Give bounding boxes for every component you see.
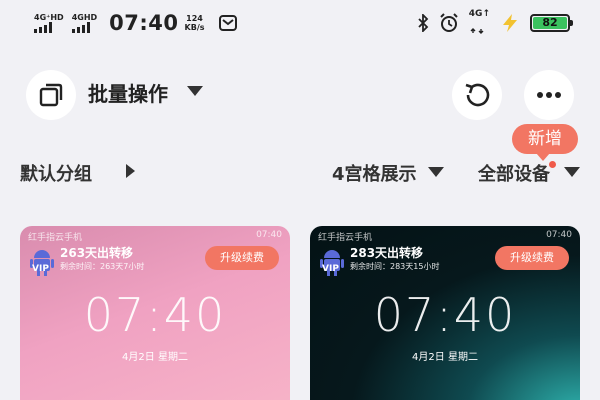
- batch-dropdown-caret-icon[interactable]: [187, 86, 203, 96]
- new-indicator-dot: [549, 161, 556, 168]
- multi-window-icon: [39, 83, 63, 107]
- battery-indicator: 82: [530, 14, 573, 32]
- group-filter[interactable]: 默认分组: [20, 160, 92, 186]
- toolbar: 批量操作: [0, 66, 600, 122]
- status-time: 07:40: [109, 11, 179, 35]
- days-label: 283天出转移: [350, 246, 424, 260]
- alarm-icon: [440, 13, 458, 32]
- days-label: 263天出转移: [60, 246, 134, 260]
- charging-bolt-icon: [503, 14, 517, 32]
- more-options-button[interactable]: [524, 70, 574, 120]
- signal-2-label: 4GHD: [71, 13, 98, 22]
- signal-bars-icon: [34, 22, 52, 33]
- net-indicator: 4G↑: [469, 9, 490, 38]
- card-date: 4月2日 星期二: [412, 352, 478, 363]
- card-title: 红手指云手机: [28, 233, 83, 243]
- signal-indicator-1: 4G⁺HD: [34, 13, 64, 33]
- card-clock: 07:40: [83, 288, 227, 342]
- network-speed: 124 KB/s: [185, 14, 205, 32]
- cloud-phone-card-1[interactable]: 红手指云手机 07:40 VIP 263天出转移 剩余时间：263天7小时 升级…: [20, 226, 290, 400]
- bluetooth-icon: [418, 14, 429, 32]
- remaining-time: 剩余时间：263天7小时: [60, 262, 145, 271]
- status-bar: 4G⁺HD 4GHD 07:40 124 KB/s 4G↑ 82: [0, 0, 600, 46]
- signal-1-label: 4G⁺HD: [34, 13, 64, 22]
- device-dropdown-caret-icon[interactable]: [564, 167, 580, 177]
- new-badge: 新增: [512, 124, 578, 161]
- grid-layout-filter[interactable]: 4宫格展示: [332, 160, 417, 186]
- remaining-time: 剩余时间：283天15小时: [350, 262, 440, 271]
- status-right: 4G↑ 82: [417, 9, 573, 38]
- upgrade-renew-button[interactable]: 升级续费: [495, 246, 569, 270]
- signal-indicator-2: 4GHD: [71, 13, 98, 33]
- grid-dropdown-caret-icon[interactable]: [428, 167, 444, 177]
- speed-value: 124: [186, 14, 203, 23]
- card-statusbar: 红手指云手机 07:40: [28, 230, 282, 244]
- batch-operation-label[interactable]: 批量操作: [88, 78, 168, 107]
- card-clock: 07:40: [373, 288, 517, 342]
- multi-window-button[interactable]: [26, 70, 76, 120]
- group-expand-caret-icon[interactable]: [126, 164, 135, 178]
- cloud-phone-card-2[interactable]: 红手指云手机 07:40 VIP 283天出转移 剩余时间：283天15小时 升…: [310, 226, 580, 400]
- filter-row: 默认分组 4宫格展示 全部设备: [0, 150, 600, 190]
- data-arrows-icon: [470, 27, 484, 34]
- signal-bars-icon: [71, 22, 90, 33]
- battery-level: 82: [533, 17, 567, 29]
- vip-label: VIP: [322, 264, 339, 274]
- card-date: 4月2日 星期二: [122, 352, 188, 363]
- card-status-time: 07:40: [256, 230, 282, 240]
- speed-unit: KB/s: [184, 23, 205, 32]
- refresh-button[interactable]: [452, 70, 502, 120]
- upgrade-renew-button[interactable]: 升级续费: [205, 246, 279, 270]
- net-label: 4G↑: [468, 8, 490, 19]
- card-statusbar: 红手指云手机 07:40: [318, 230, 572, 244]
- more-icon: [537, 92, 561, 98]
- mail-notification-icon: [218, 15, 237, 31]
- refresh-icon: [465, 83, 490, 107]
- vip-label: VIP: [32, 264, 49, 274]
- card-status-time: 07:40: [546, 230, 572, 240]
- device-filter[interactable]: 全部设备: [478, 160, 550, 186]
- card-title: 红手指云手机: [318, 233, 373, 243]
